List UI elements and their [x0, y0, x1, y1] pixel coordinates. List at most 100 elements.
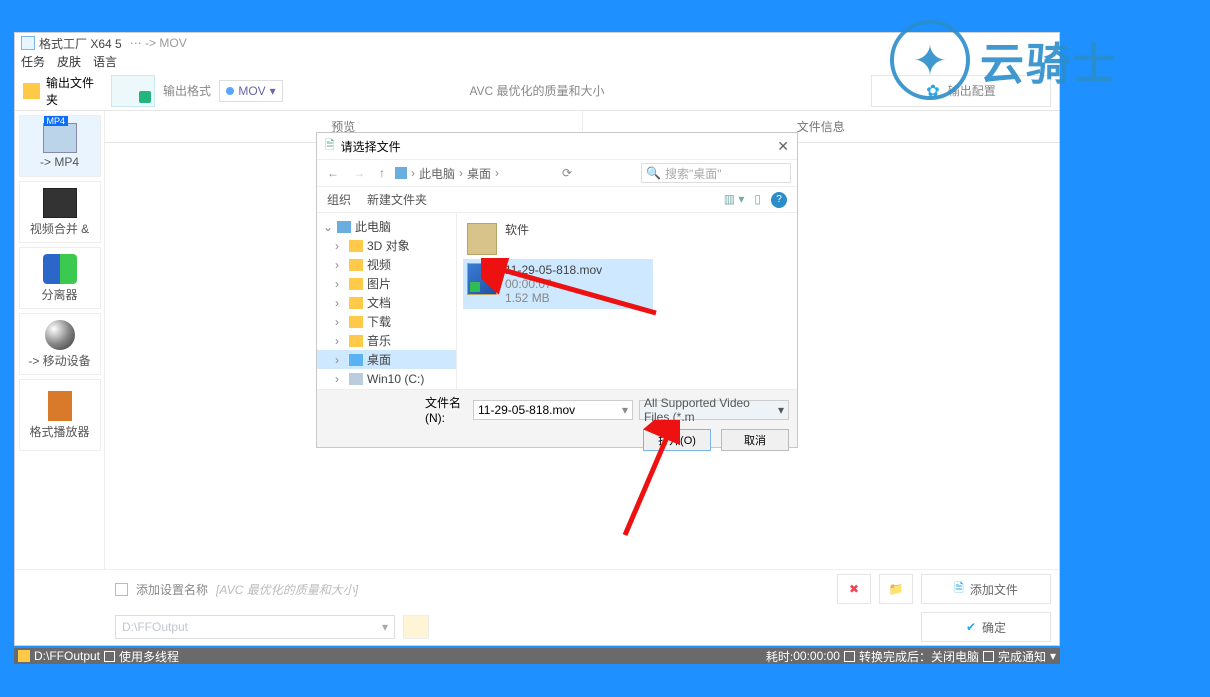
tree-c-drive[interactable]: ›Win10 (C:) [317, 369, 456, 388]
tree-desktop[interactable]: ›桌面 [317, 350, 456, 369]
elapsed-value: 00:00:00 [793, 649, 840, 663]
tree-3d-objects[interactable]: ›3D 对象 [317, 236, 456, 255]
split-icon [43, 254, 77, 284]
statusbar: D:\FFOutput 使用多线程 耗时: 00:00:00 转换完成后：关闭电… [14, 648, 1060, 664]
tree-documents[interactable]: ›文档 [317, 293, 456, 312]
forward-button[interactable]: → [349, 166, 369, 180]
tool-merge[interactable]: 视频合并 & [19, 181, 101, 243]
add-folder-button[interactable]: 📁 [879, 574, 913, 604]
crumb-pc[interactable]: 此电脑 [419, 165, 455, 182]
tree-pictures[interactable]: ›图片 [317, 274, 456, 293]
player-icon [48, 391, 72, 421]
remove-button[interactable]: ✖ [837, 574, 871, 604]
file-item-size: 1.52 MB [505, 291, 602, 305]
tool-merge-label: 视频合并 & [30, 220, 89, 237]
tree-music[interactable]: ›音乐 [317, 331, 456, 350]
file-item-name: 软件 [505, 223, 529, 237]
add-preset-name-checkbox[interactable] [115, 583, 128, 596]
file-item-video[interactable]: 11-29-05-818.mov 00:00:07 1.52 MB [463, 259, 653, 309]
menu-skin[interactable]: 皮肤 [57, 53, 81, 71]
cancel-button[interactable]: 取消 [721, 429, 789, 451]
sidebar: -> MP4 视频合并 & 分离器 -> 移动设备 格式播放器 [15, 111, 105, 569]
check-icon: ✔ [966, 620, 976, 634]
search-placeholder: 搜索"桌面" [665, 165, 722, 182]
folder-icon [349, 240, 363, 252]
app-icon [21, 36, 35, 50]
ok-button[interactable]: ✔ 确定 [921, 612, 1051, 642]
folder-thumb-icon [467, 223, 497, 255]
preview-pane-button[interactable]: ▯ [754, 192, 761, 208]
dialog-footer: 文件名(N): 11-29-05-818.mov ▾ All Supported… [317, 389, 797, 447]
tree-this-pc[interactable]: ⌄此电脑 [317, 217, 456, 236]
notify-checkbox[interactable] [983, 651, 994, 662]
watermark: ✦ 云骑士 [890, 10, 1210, 110]
filename-input[interactable]: 11-29-05-818.mov ▾ [473, 400, 633, 420]
elapsed-label: 耗时: [766, 648, 793, 665]
folder-icon [349, 335, 363, 347]
tool-mp4[interactable]: -> MP4 [19, 115, 101, 177]
tool-device[interactable]: -> 移动设备 [19, 313, 101, 375]
dropdown-icon[interactable]: ▾ [1050, 649, 1056, 663]
search-input[interactable]: 🔍 搜索"桌面" [641, 163, 791, 183]
output-folder-button[interactable]: 输出文件夹 [15, 74, 105, 108]
chevron-down-icon: ▾ [382, 620, 388, 634]
format-selected-label: MOV [238, 84, 265, 98]
drive-icon [349, 373, 363, 385]
output-format-icon[interactable] [111, 75, 155, 107]
search-icon: 🔍 [646, 166, 661, 180]
taskbar-thumbs [0, 546, 2, 636]
dialog-icon: 🗎 [325, 136, 335, 157]
video-thumb-icon [467, 263, 497, 295]
chevron-down-icon: ▾ [622, 403, 628, 417]
back-button[interactable]: ← [323, 166, 343, 180]
new-folder-button[interactable]: 新建文件夹 [367, 191, 427, 208]
dialog-navbar: ← → ↑ › 此电脑 › 桌面 › ⟳ 🔍 搜索"桌面" [317, 159, 797, 187]
folder-icon [349, 297, 363, 309]
pin-icon [226, 87, 234, 95]
file-item-name: 11-29-05-818.mov [505, 263, 602, 277]
watermark-logo: ✦ [890, 20, 970, 100]
multithread-checkbox[interactable] [104, 651, 115, 662]
window-title: 格式工厂 X64 5 [39, 35, 122, 52]
dialog-titlebar: 🗎 请选择文件 ✕ [317, 133, 797, 159]
breadcrumb[interactable]: › 此电脑 › 桌面 › [395, 165, 499, 182]
file-item-folder[interactable]: 软件 [463, 219, 653, 259]
filetype-filter[interactable]: All Supported Video Files (*.m ▾ [639, 400, 789, 420]
folder-icon [349, 278, 363, 290]
output-path-value: D:\FFOutput [122, 620, 188, 634]
tool-player-label: 格式播放器 [29, 423, 89, 440]
browse-output-button[interactable] [403, 615, 429, 639]
add-file-button[interactable]: 🗎 添加文件 [921, 574, 1051, 604]
chevron-down-icon: ▾ [778, 403, 784, 417]
ok-label: 确定 [982, 619, 1006, 636]
up-button[interactable]: ↑ [375, 166, 389, 180]
tree-downloads[interactable]: ›下载 [317, 312, 456, 331]
chevron-down-icon: ▾ [270, 84, 276, 98]
folder-plus-icon: 📁 [889, 582, 904, 596]
tool-splitter[interactable]: 分离器 [19, 247, 101, 309]
folder-icon [349, 259, 363, 271]
format-select[interactable]: MOV ▾ [219, 80, 283, 102]
title-crumb: ⋯ -> MOV [130, 36, 187, 50]
menu-task[interactable]: 任务 [21, 53, 45, 71]
folder-icon [18, 650, 30, 662]
file-item-duration: 00:00:07 [505, 277, 602, 291]
after-done-checkbox[interactable] [844, 651, 855, 662]
organize-menu[interactable]: 组织 [327, 191, 351, 208]
crumb-desktop[interactable]: 桌面 [467, 165, 491, 182]
folder-icon [23, 83, 40, 99]
notify-label: 完成通知 [998, 648, 1046, 665]
help-button[interactable]: ? [771, 192, 787, 208]
output-path-select[interactable]: D:\FFOutput ▾ [115, 615, 395, 639]
tool-player[interactable]: 格式播放器 [19, 379, 101, 451]
close-button[interactable]: ✕ [777, 138, 789, 155]
open-button[interactable]: 打开(O) [643, 429, 711, 451]
menu-lang[interactable]: 语言 [93, 53, 117, 71]
add-file-label: 添加文件 [970, 581, 1018, 598]
view-mode-button[interactable]: ▥ ▾ [724, 192, 745, 208]
refresh-button[interactable]: ⟳ [562, 166, 572, 180]
dialog-toolbar: 组织 新建文件夹 ▥ ▾ ▯ ? [317, 187, 797, 213]
bottom-bar: 添加设置名称 [AVC 最优化的质量和大小] ✖ 📁 🗎 添加文件 D:\FFO… [15, 569, 1059, 645]
file-plus-icon: 🗎 [954, 579, 964, 600]
tree-videos[interactable]: ›视频 [317, 255, 456, 274]
